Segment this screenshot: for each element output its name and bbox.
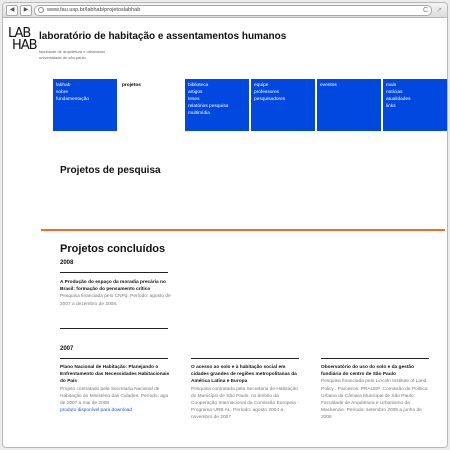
globe-icon (38, 7, 44, 13)
menu-item-multimidia[interactable]: multimídia (188, 110, 246, 117)
menu-item-atualidades[interactable]: atualidades (386, 96, 444, 103)
menu-item-fundamentacao[interactable]: fundamentação (56, 96, 114, 103)
site-subtitle-faculty: faculdade de arquitetura e urbanismo (39, 49, 106, 54)
year-heading-2008: 2008 (60, 260, 74, 266)
project-description: Pesquisa contratada pela Secretaria de H… (191, 386, 299, 421)
project-title[interactable]: Plano Nacional de Habitação: Planejando … (60, 364, 172, 386)
download-link[interactable]: produto disponível para download (60, 407, 172, 414)
menu-col-biblioteca: biblioteca artigos teses relatórios pesq… (185, 79, 249, 131)
reload-icon[interactable]: C (423, 7, 428, 14)
menu-col-equipe: equipe professores pesquisadores (251, 79, 315, 131)
site-header: LAB HAB laboratório de habitação e assen… (3, 18, 447, 84)
project-card: Observatório do uso do solo e da gestão … (321, 364, 433, 422)
project-card: A Produção do espaço da moradia precária… (60, 279, 172, 308)
project-description: Pesquisa financiada pelo Lincoln Institu… (321, 379, 428, 421)
menu-item-biblioteca[interactable]: biblioteca (188, 82, 246, 89)
menu-item-equipe[interactable]: equipe (254, 82, 312, 89)
year-rule-2008 (60, 272, 168, 273)
menu-item-professores[interactable]: professores (254, 89, 312, 96)
menu-item-sobre[interactable]: sobre (56, 89, 114, 96)
labhab-logo[interactable]: LAB HAB (8, 26, 38, 54)
back-button[interactable]: ◀ (6, 4, 18, 16)
project-description: Pesquisa financiada pelo CNPq. Período: … (60, 294, 171, 307)
menu-item-noticias[interactable]: notícias (386, 89, 444, 96)
browser-toolbar: ◀ ▶ www.fau.usp.br/labhab/projetoslabhab… (3, 3, 447, 18)
site-title: laboratório de habitação e assentamentos… (39, 31, 287, 42)
resize-icon[interactable]: ↗ (434, 6, 444, 14)
project-title[interactable]: A Produção do espaço da moradia precária… (60, 279, 172, 293)
page-title: Projetos de pesquisa (60, 165, 161, 176)
menu-item-links[interactable]: links (386, 103, 444, 110)
menu-col-projetos: projetos (119, 79, 183, 131)
year-rule-2007 (60, 358, 168, 359)
menu-col-eventos: eventos (317, 79, 381, 131)
year-rule-2007-col2 (191, 358, 299, 359)
project-rule (60, 328, 168, 329)
forward-button[interactable]: ▶ (20, 4, 32, 16)
menu-item-pesquisadores[interactable]: pesquisadores (254, 96, 312, 103)
project-card: O acesso ao solo e à habitação social em… (191, 364, 303, 422)
menu-item-labhab[interactable]: labhab (56, 82, 114, 89)
menu-col-mais: mais notícias atualidades links (383, 79, 447, 131)
menu-item-relatorios[interactable]: relatórios pesquisa (188, 103, 246, 110)
main-menu: labhab sobre fundamentação projetos bibl… (53, 79, 447, 131)
browser-window: ◀ ▶ www.fau.usp.br/labhab/projetoslabhab… (2, 2, 448, 448)
menu-item-artigos[interactable]: artigos (188, 89, 246, 96)
logo-text-hab: HAB (12, 38, 38, 53)
menu-item-eventos[interactable]: eventos (320, 82, 378, 89)
site-subtitle-university: universidade de são paulo (39, 55, 86, 60)
menu-item-projetos[interactable]: projetos (122, 82, 180, 89)
project-title[interactable]: O acesso ao solo e à habitação social em… (191, 364, 303, 386)
menu-item-teses[interactable]: teses (188, 96, 246, 103)
menu-item-mais[interactable]: mais (386, 82, 444, 89)
year-heading-2007: 2007 (60, 346, 74, 352)
section-divider (41, 229, 445, 231)
section-title-concluded: Projetos concluídos (60, 243, 166, 255)
year-rule-2007-col3 (321, 358, 429, 359)
address-bar[interactable]: www.fau.usp.br/labhab/projetoslabhab C (34, 4, 432, 16)
menu-col-labhab: labhab sobre fundamentação (53, 79, 117, 131)
project-description: Projeto contratado pela Secretaria Nacio… (60, 386, 169, 407)
project-title[interactable]: Observatório do uso do solo e da gestão … (321, 364, 433, 378)
url-text: www.fau.usp.br/labhab/projetoslabhab (47, 7, 141, 13)
project-card: Plano Nacional de Habitação: Planejando … (60, 364, 172, 414)
